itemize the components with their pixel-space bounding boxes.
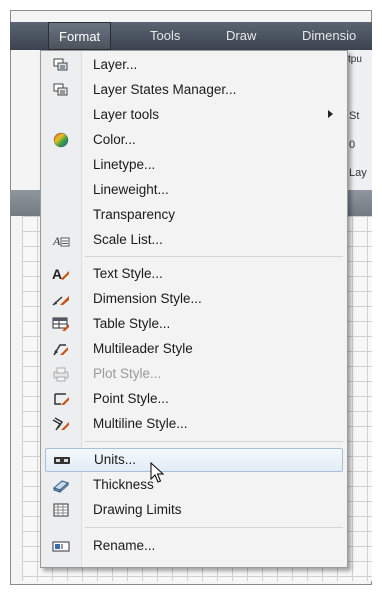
menu-item-table-style[interactable]: Table Style... <box>41 312 347 336</box>
menu-tools[interactable]: Tools <box>150 28 180 43</box>
menu-item-scale-list[interactable]: A Scale List... <box>41 228 347 252</box>
menu-item-label: Color... <box>93 132 136 147</box>
menu-item-rename[interactable]: Rename... <box>41 534 347 558</box>
submenu-arrow-icon <box>328 110 333 118</box>
mouse-cursor-icon <box>150 462 165 483</box>
menu-item-lineweight[interactable]: Lineweight... <box>41 178 347 202</box>
menu-item-label: Lineweight... <box>93 182 169 197</box>
menu-item-multileader-style[interactable]: Multileader Style <box>41 337 347 361</box>
layer-states-icon <box>53 83 68 96</box>
menu-item-label: Point Style... <box>93 391 169 406</box>
menu-item-drawing-limits[interactable]: Drawing Limits <box>41 498 347 522</box>
dimension-style-icon <box>52 296 69 306</box>
menu-draw[interactable]: Draw <box>226 28 256 43</box>
menu-item-label: Text Style... <box>93 266 163 281</box>
multileader-style-icon <box>53 344 68 356</box>
layer-icon <box>53 58 68 71</box>
point-style-icon <box>54 393 69 405</box>
menu-item-label: Dimension Style... <box>93 291 202 306</box>
menu-item-label: Units... <box>94 452 137 467</box>
menu-separator <box>85 527 343 528</box>
menu-item-multiline-style[interactable]: Multiline Style... <box>41 412 347 436</box>
menu-item-label: Thickness <box>93 477 154 492</box>
background-text: Lay <box>349 167 367 179</box>
menu-item-units[interactable]: Units... <box>45 448 343 472</box>
menu-bar: Format Tools Draw Dimensio <box>10 22 372 50</box>
menu-item-transparency[interactable]: Transparency <box>41 203 347 227</box>
svg-text:A: A <box>52 266 62 282</box>
menu-item-label: Drawing Limits <box>93 502 182 517</box>
background-text: St <box>349 110 360 122</box>
menu-item-label: Transparency <box>93 207 176 222</box>
menu-item-label: Rename... <box>93 538 156 553</box>
menu-item-layer-tools[interactable]: Layer tools <box>41 103 347 127</box>
menu-item-label: Plot Style... <box>93 366 162 381</box>
menu-item-dimension-style[interactable]: Dimension Style... <box>41 287 347 311</box>
menu-item-point-style[interactable]: Point Style... <box>41 387 347 411</box>
menu-separator <box>85 256 343 257</box>
drawing-limits-icon <box>53 503 69 517</box>
menu-item-label: Layer tools <box>93 107 160 122</box>
menu-item-label: Linetype... <box>93 157 156 172</box>
format-dropdown-menu: Layer... Layer States Manager... Layer t… <box>40 50 348 568</box>
menu-item-layer-states-manager[interactable]: Layer States Manager... <box>41 78 347 102</box>
thickness-icon <box>53 480 69 493</box>
scale-list-icon: A <box>52 234 70 248</box>
menu-item-thickness[interactable]: Thickness <box>41 473 347 497</box>
menu-item-label: Layer... <box>93 57 138 72</box>
menu-item-plot-style: Plot Style... <box>41 362 347 386</box>
color-wheel-icon <box>53 132 69 148</box>
menu-item-layer[interactable]: Layer... <box>41 53 347 77</box>
multiline-style-icon <box>52 417 69 431</box>
menu-format[interactable]: Format <box>48 22 112 50</box>
background-text: 0 <box>349 139 356 151</box>
plot-style-icon <box>53 367 69 382</box>
menu-item-label: Table Style... <box>93 316 171 331</box>
table-style-icon <box>52 317 69 331</box>
text-style-icon: A <box>52 266 69 282</box>
svg-text:A: A <box>52 234 61 248</box>
menu-item-label: Multileader Style <box>93 341 193 356</box>
menu-item-linetype[interactable]: Linetype... <box>41 153 347 177</box>
rename-icon <box>52 541 70 552</box>
menu-item-label: Layer States Manager... <box>93 82 237 97</box>
menu-item-label: Scale List... <box>93 232 163 247</box>
menu-item-label: Multiline Style... <box>93 416 188 431</box>
background-text: tpu <box>348 54 362 65</box>
menu-item-color[interactable]: Color... <box>41 128 347 152</box>
units-icon <box>54 457 70 464</box>
menu-item-text-style[interactable]: A Text Style... <box>41 262 347 286</box>
menu-separator <box>85 441 343 442</box>
menu-dimension[interactable]: Dimensio <box>302 28 356 43</box>
